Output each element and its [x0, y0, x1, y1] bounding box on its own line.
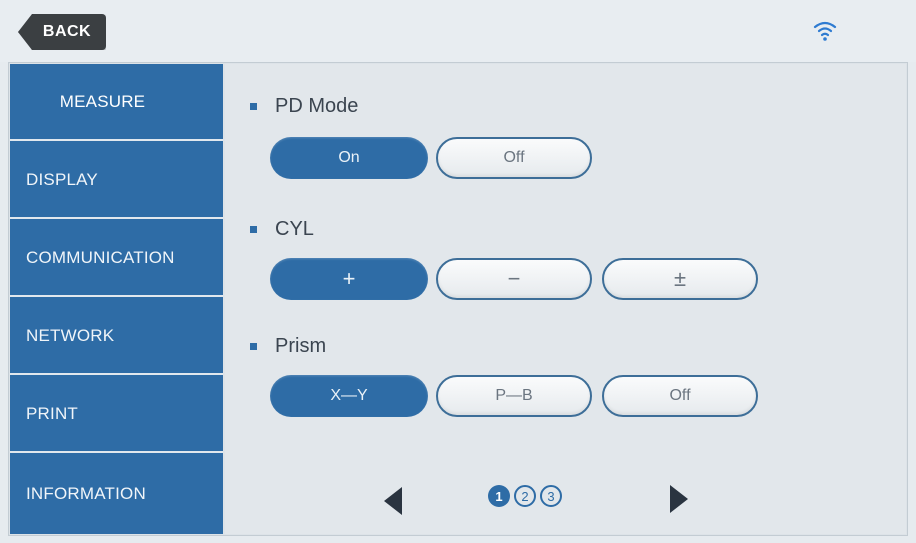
sidebar-item-measure[interactable]: MEASURE [10, 64, 223, 141]
back-button[interactable]: BACK [18, 14, 106, 50]
prism-xy-button[interactable]: X—Y [270, 375, 428, 417]
prism-pb-label: P—B [495, 387, 533, 404]
previous-page-icon[interactable] [384, 487, 402, 515]
app-window: BACK MEASURE DISPLAY COMMUNICATION NETWO… [0, 0, 916, 543]
page-3-button[interactable]: 3 [540, 485, 562, 507]
sidebar-item-communication[interactable]: COMMUNICATION [10, 220, 223, 297]
sidebar-item-label: INFORMATION [26, 484, 146, 503]
pd-mode-off-label: Off [503, 149, 525, 166]
sidebar: MEASURE DISPLAY COMMUNICATION NETWORK PR… [10, 64, 223, 534]
wifi-icon [813, 21, 837, 41]
sidebar-item-label: NETWORK [26, 325, 115, 345]
page-2-label: 2 [521, 488, 529, 504]
bullet-icon [250, 226, 257, 233]
bullet-icon [250, 343, 257, 350]
prism-section-label: Prism [250, 335, 326, 358]
prism-label: Prism [275, 335, 327, 357]
page-1-button[interactable]: 1 [488, 485, 510, 507]
cyl-minus-button[interactable]: − [436, 258, 592, 300]
pd-mode-off-button[interactable]: Off [436, 137, 592, 179]
cyl-minus-label: − [507, 266, 521, 291]
sidebar-item-network[interactable]: NETWORK [10, 298, 223, 375]
pd-mode-on-label: On [338, 149, 360, 166]
prism-xy-label: X—Y [330, 387, 368, 404]
pd-mode-label: PD Mode [275, 95, 359, 117]
prism-pb-button[interactable]: P—B [436, 375, 592, 417]
page-2-button[interactable]: 2 [514, 485, 536, 507]
cyl-plus-minus-button[interactable]: ± [602, 258, 758, 300]
prism-off-label: Off [669, 387, 691, 404]
page-3-label: 3 [547, 488, 555, 504]
sidebar-item-label: PRINT [26, 403, 78, 423]
pd-mode-on-button[interactable]: On [270, 137, 428, 179]
pd-mode-section-label: PD Mode [250, 95, 358, 118]
sidebar-item-display[interactable]: DISPLAY [10, 142, 223, 219]
cyl-plus-button[interactable]: + [270, 258, 428, 300]
sidebar-item-print[interactable]: PRINT [10, 376, 223, 453]
bullet-icon [250, 103, 257, 110]
sidebar-item-label: COMMUNICATION [26, 247, 175, 267]
back-button-label: BACK [42, 23, 92, 40]
prism-off-button[interactable]: Off [602, 375, 758, 417]
sidebar-item-label: DISPLAY [26, 169, 98, 189]
cyl-plus-label: + [342, 266, 356, 291]
sidebar-item-label: MEASURE [59, 91, 146, 111]
cyl-section-label: CYL [250, 218, 314, 241]
cyl-label: CYL [275, 218, 314, 240]
cyl-plus-minus-label: ± [673, 266, 687, 291]
sidebar-item-information[interactable]: INFORMATION [10, 454, 223, 534]
top-bar: BACK [0, 0, 916, 62]
page-1-label: 1 [495, 488, 503, 504]
next-page-icon[interactable] [670, 485, 688, 513]
